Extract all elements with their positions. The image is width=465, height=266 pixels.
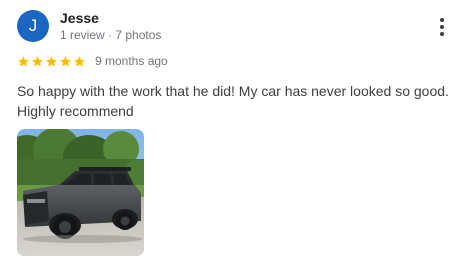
star-icon [60,55,71,67]
review-date: 9 months ago [95,54,168,68]
star-icon [74,55,85,67]
avatar[interactable]: J [17,10,49,42]
rating-row: 9 months ago [17,53,168,69]
star-icon [18,55,29,67]
car-photo-image [17,129,144,256]
more-options-button[interactable] [430,14,454,40]
author-meta: 1 review · 7 photos [60,28,162,42]
star-icon [46,55,57,67]
author-name[interactable]: Jesse [60,10,99,26]
review-text: So happy with the work that he did! My c… [17,83,449,119]
review-card: J Jesse 1 review · 7 photos 9 months ago… [0,0,465,266]
star-icon [32,55,43,67]
review-photo[interactable] [17,129,144,256]
more-vert-icon [440,18,444,36]
star-rating [17,55,86,68]
